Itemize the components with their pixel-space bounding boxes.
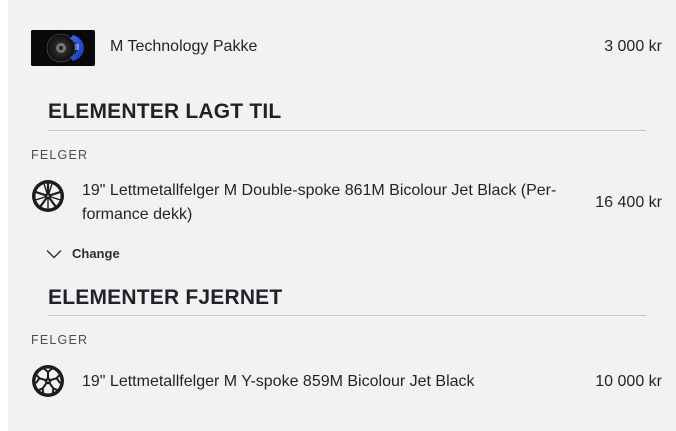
removed-wheel-title: 19" Lettmetallfelger M Y-spoke 859M Bico… (82, 373, 475, 390)
added-elements-heading: ELEMENTER LAGT TIL (48, 100, 282, 123)
change-button[interactable]: Change (46, 246, 120, 261)
added-category-label: FELGER (31, 148, 89, 162)
removed-divider (48, 315, 646, 316)
m-technology-thumbnail (31, 30, 95, 66)
added-wheel-title-line2: formance dekk) (82, 206, 193, 223)
removed-category-label: FELGER (31, 333, 89, 347)
m-technology-title: M Technology Pakke (110, 38, 258, 55)
added-wheel-price: 16 400 kr (595, 194, 662, 211)
removed-wheel-price: 10 000 kr (595, 373, 662, 390)
added-divider (48, 130, 646, 131)
chevron-down-icon (46, 249, 62, 258)
removed-elements-heading: ELEMENTER FJERNET (48, 286, 283, 309)
wheel-rim-icon (32, 365, 64, 397)
change-label: Change (72, 246, 120, 261)
wheel-rim-icon (32, 180, 64, 212)
m-technology-price: 3 000 kr (604, 38, 662, 55)
brake-caliper-image (31, 30, 95, 66)
added-wheel-title-line1: 19" Lettmetallfelger M Double-spoke 861M… (82, 182, 557, 199)
configuration-summary-panel: M Technology Pakke 3 000 kr ELEMENTER LA… (8, 0, 676, 431)
